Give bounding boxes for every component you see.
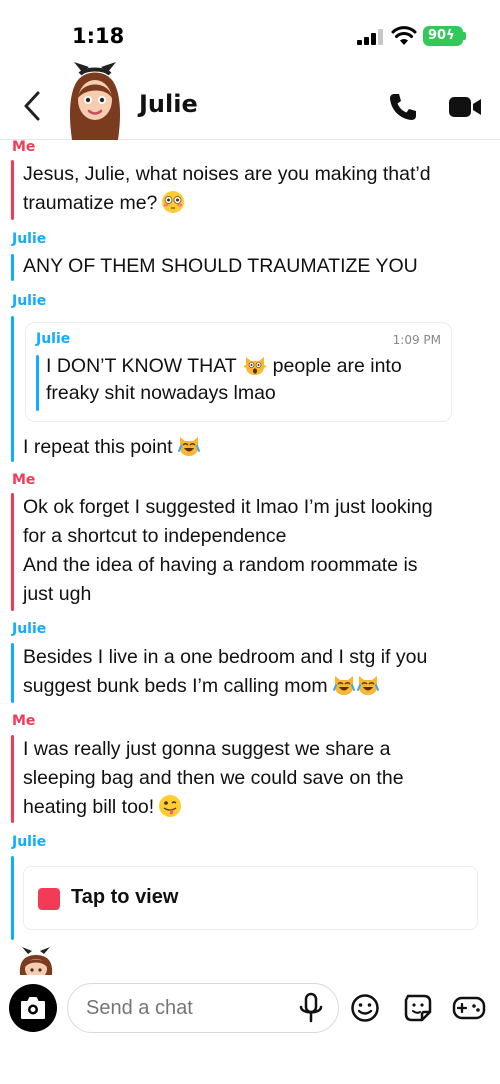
unopened-snap-icon <box>38 888 60 910</box>
quoted-message-card[interactable]: Julie 1:09 PM I DON’T KNOW THAT people ar… <box>25 322 452 422</box>
smiley-emoji-picker-icon[interactable] <box>350 993 380 1023</box>
battery-level: 90 <box>428 28 447 43</box>
wifi-icon <box>391 26 417 45</box>
message-accent-bar <box>11 254 14 281</box>
message-text[interactable]: Jesus, Julie, what noises are you making… <box>23 160 488 218</box>
tap-to-view-label: Tap to view <box>71 886 179 908</box>
message-text[interactable]: I repeat this point <box>23 433 488 462</box>
joy-cat-emoji-icon <box>356 676 379 695</box>
message-text[interactable]: Ok ok forget I suggested it lmao I’m jus… <box>23 493 488 609</box>
message-accent-bar <box>11 735 14 823</box>
message-text[interactable]: Besides I live in a one bedroom and I st… <box>23 643 488 701</box>
message-text[interactable]: ANY OF THEM SHOULD TRAUMATIZE YOU <box>23 252 488 281</box>
message-sender: Julie <box>12 293 47 309</box>
message-sender: Julie <box>12 834 47 850</box>
quoted-accent-bar <box>36 355 39 411</box>
message-sender: Me <box>12 472 36 488</box>
status-bar: 1:18 90ϟ <box>0 0 500 70</box>
camera-button[interactable] <box>9 984 57 1032</box>
message-sender: Julie <box>12 231 47 247</box>
quoted-text-part-a: I DON’T KNOW THAT <box>46 355 237 377</box>
scream-cat-emoji-icon <box>243 357 267 375</box>
camera-icon <box>21 997 45 1019</box>
phone-call-icon[interactable] <box>388 92 418 122</box>
typing-bitmoji-avatar <box>19 947 53 975</box>
message-sender: Me <box>12 139 36 155</box>
contact-avatar[interactable] <box>64 62 126 140</box>
message-accent-bar <box>11 160 14 220</box>
charging-bolt-icon: ϟ <box>446 28 455 43</box>
message-text[interactable]: I was really just gonna suggest we share… <box>23 735 488 822</box>
quoted-text: I DON’T KNOW THAT people are into freaky … <box>46 353 446 407</box>
tap-to-view-snap[interactable]: Tap to view <box>23 866 478 930</box>
message-sender: Me <box>12 713 36 729</box>
message-accent-bar <box>11 643 14 703</box>
joy-cat-emoji-icon <box>177 437 200 456</box>
status-time: 1:18 <box>72 24 125 48</box>
cellular-signal-icon <box>357 29 383 45</box>
winking-tongue-emoji-icon <box>159 795 182 817</box>
message-body: I repeat this point <box>23 436 173 458</box>
message-accent-bar <box>11 493 14 611</box>
quoted-timestamp: 1:09 PM <box>392 333 441 347</box>
joy-cat-emoji-icon <box>332 676 355 695</box>
chat-header: Julie <box>0 62 500 140</box>
contact-name[interactable]: Julie <box>139 90 198 118</box>
battery-tip <box>463 32 466 40</box>
message-body: I was really just gonna suggest we share… <box>23 738 404 818</box>
flushed-face-emoji-icon <box>162 191 185 213</box>
video-call-icon[interactable] <box>448 94 482 120</box>
message-body: Jesus, Julie, what noises are you making… <box>23 163 431 214</box>
message-accent-bar <box>11 316 14 462</box>
message-accent-bar <box>11 856 14 940</box>
battery-indicator: 90ϟ <box>423 26 463 46</box>
back-chevron-icon[interactable] <box>18 88 48 124</box>
quoted-sender: Julie <box>36 331 71 347</box>
sticker-icon[interactable] <box>402 992 434 1024</box>
game-controller-icon[interactable] <box>452 993 486 1023</box>
chat-input-bar <box>0 975 500 1084</box>
message-sender: Julie <box>12 621 47 637</box>
microphone-icon[interactable] <box>298 992 324 1024</box>
